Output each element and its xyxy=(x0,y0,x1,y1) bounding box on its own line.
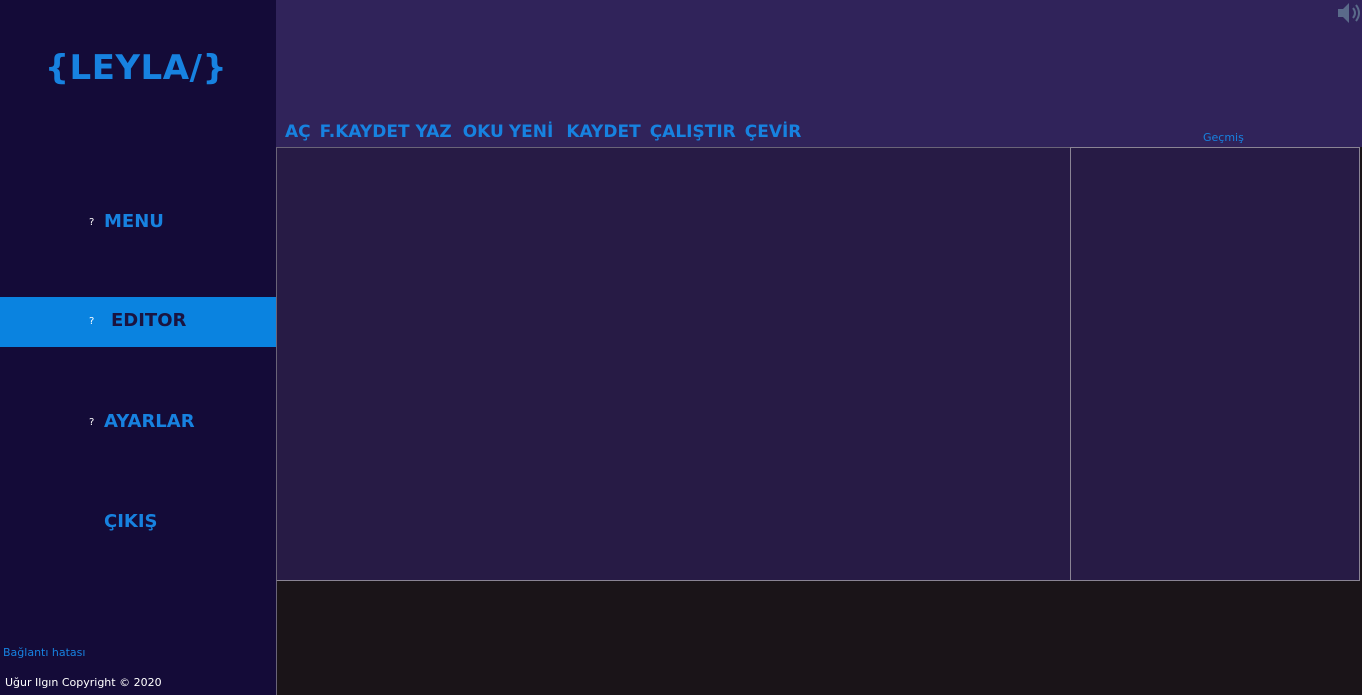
sidebar-item-label: ÇIKIŞ xyxy=(104,511,158,532)
open-button[interactable]: AÇ xyxy=(285,122,311,142)
write-button[interactable]: YAZ xyxy=(416,122,452,142)
sidebar-item-label: AYARLAR xyxy=(104,411,195,432)
app-logo: {LEYLA/} xyxy=(44,48,228,88)
copyright-text: Uğur Ilgın Copyright © 2020 xyxy=(5,676,162,689)
history-panel[interactable] xyxy=(1070,147,1360,581)
sidebar-item-exit[interactable]: ÇIKIŞ xyxy=(0,498,276,548)
save-as-button[interactable]: F.KAYDET xyxy=(320,122,410,142)
editor-icon: ? xyxy=(89,316,95,327)
menu-icon: ? xyxy=(89,217,95,228)
app-window: {LEYLA/} ? MENU ? EDITOR ? AYARLAR ÇIKIŞ… xyxy=(0,0,1362,695)
read-button[interactable]: OKU xyxy=(463,122,504,142)
settings-icon: ? xyxy=(89,417,95,428)
speaker-icon[interactable] xyxy=(1334,0,1362,26)
history-label: Geçmiş xyxy=(1203,131,1244,144)
sidebar-item-menu[interactable]: ? MENU xyxy=(0,198,276,248)
sidebar-item-settings[interactable]: ? AYARLAR xyxy=(0,398,276,448)
save-button[interactable]: KAYDET xyxy=(566,122,640,142)
new-button[interactable]: YENİ xyxy=(509,122,553,142)
run-button[interactable]: ÇALIŞTIR xyxy=(650,122,736,142)
convert-button[interactable]: ÇEVİR xyxy=(745,122,802,142)
toolbar: AÇ F.KAYDET YAZ OKU YENİ KAYDET ÇALIŞTIR… xyxy=(285,122,810,142)
connection-status: Bağlantı hatası xyxy=(3,646,86,659)
sidebar-item-editor[interactable]: ? EDITOR xyxy=(0,297,276,347)
header: AÇ F.KAYDET YAZ OKU YENİ KAYDET ÇALIŞTIR… xyxy=(276,0,1362,147)
code-editor[interactable] xyxy=(276,147,1070,581)
sidebar-item-label: MENU xyxy=(104,211,164,232)
sidebar-item-label: EDITOR xyxy=(111,310,187,331)
sidebar: {LEYLA/} ? MENU ? EDITOR ? AYARLAR ÇIKIŞ… xyxy=(0,0,276,695)
output-panel[interactable] xyxy=(276,581,1362,695)
